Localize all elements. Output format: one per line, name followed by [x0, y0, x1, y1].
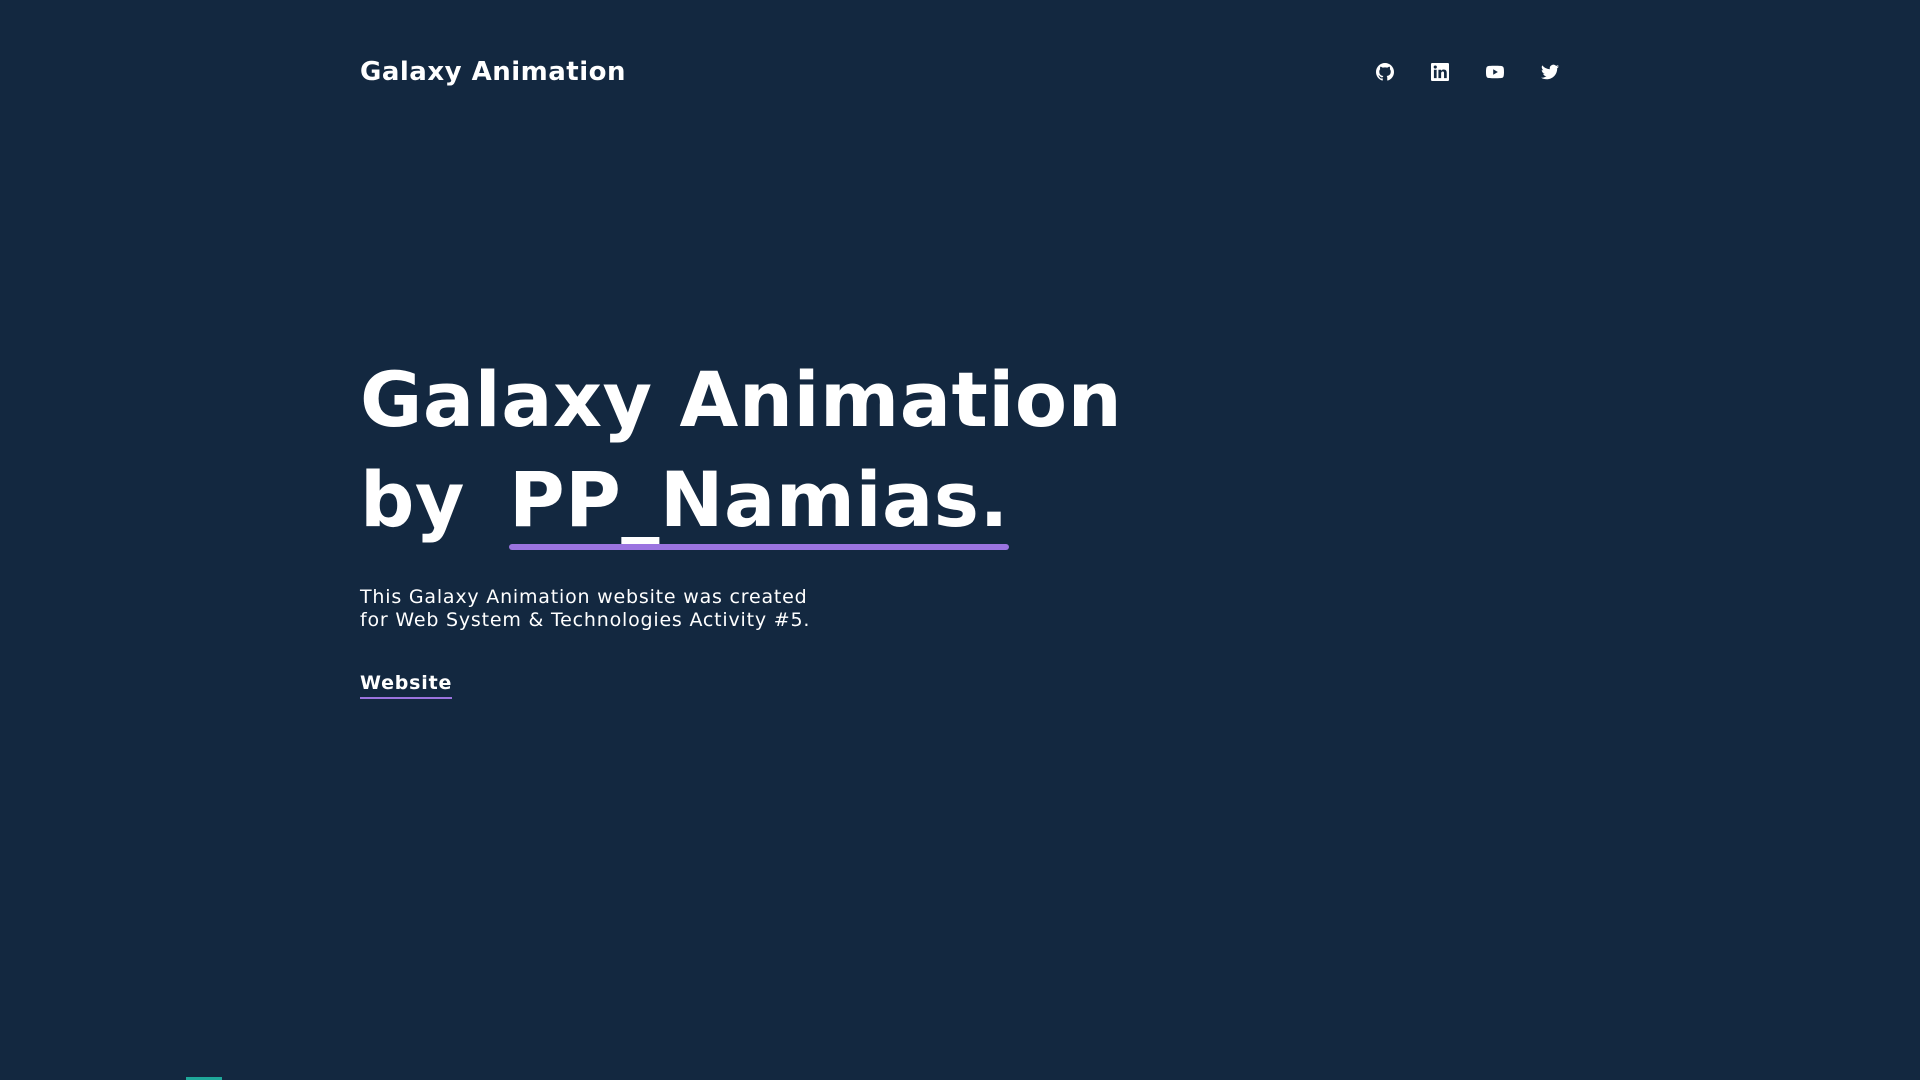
twitter-icon [1541, 64, 1559, 80]
youtube-link[interactable] [1485, 62, 1505, 82]
page: Galaxy Animation Galaxy Animation by PP_… [0, 0, 1920, 1080]
website-link[interactable]: Website [360, 672, 453, 699]
hero-description: This Galaxy Animation website was create… [360, 586, 820, 632]
social-links [1375, 62, 1560, 82]
hero-author-name: PP_Namias. [508, 450, 1009, 550]
hero-description-line-2: for Web System & Technologies Activity #… [360, 609, 811, 631]
hero-title-line-1: Galaxy Animation [360, 355, 1123, 444]
github-icon [1376, 63, 1394, 81]
hero-description-line-1: This Galaxy Animation website was create… [360, 586, 808, 608]
youtube-icon [1486, 65, 1504, 79]
linkedin-icon [1431, 63, 1449, 81]
twitter-link[interactable] [1540, 62, 1560, 82]
github-link[interactable] [1375, 62, 1395, 82]
brand-logo-link[interactable]: Galaxy Animation [360, 57, 626, 87]
hero-title: Galaxy Animation by PP_Namias. [360, 350, 1122, 550]
site-header: Galaxy Animation [360, 52, 1560, 92]
hero-title-line-2: by PP_Namias. [360, 450, 1122, 550]
hero-title-by: by [360, 455, 465, 544]
linkedin-link[interactable] [1430, 62, 1450, 82]
